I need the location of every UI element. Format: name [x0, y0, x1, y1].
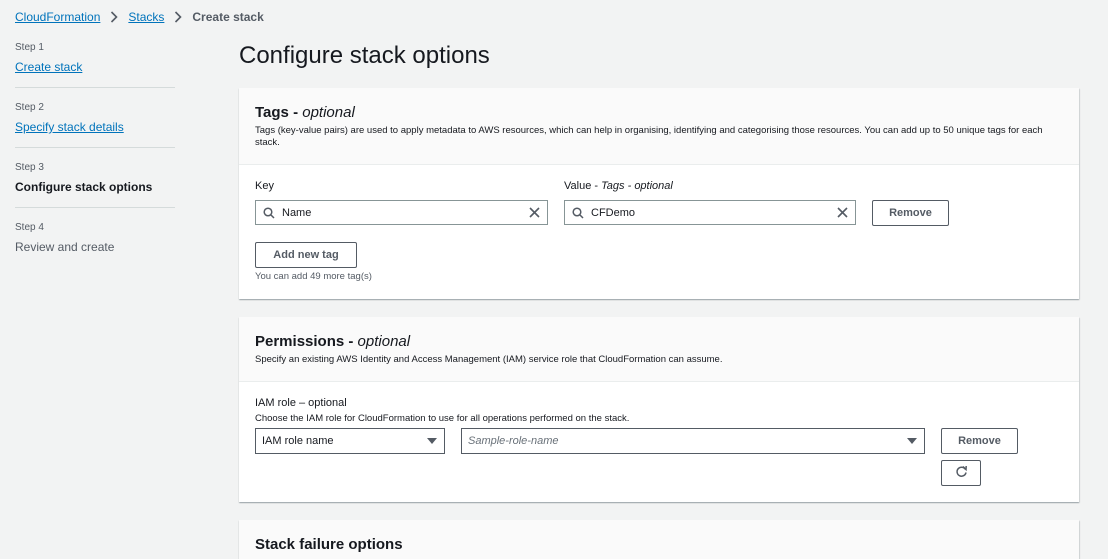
permissions-panel: Permissions - optional Specify an existi… [239, 317, 1079, 502]
tags-description: Tags (key-value pairs) are used to apply… [255, 125, 1043, 148]
step-link-create-stack[interactable]: Create stack [15, 60, 82, 74]
tags-panel: Tags - optional Tags (key-value pairs) a… [239, 88, 1079, 299]
step-3: Step 3 Configure stack options [15, 161, 175, 195]
value-label: Value - Tags - optional [564, 180, 673, 192]
divider [15, 147, 175, 148]
step-4: Step 4 Review and create [15, 221, 175, 255]
search-icon [256, 206, 282, 219]
clear-icon[interactable] [521, 207, 547, 218]
step-1: Step 1 Create stack [15, 41, 175, 75]
breadcrumb-current: Create stack [192, 10, 264, 24]
caret-down-icon [420, 437, 444, 445]
tag-value-input[interactable]: CFDemo [564, 200, 856, 225]
permissions-panel-header: Permissions - optional Specify an existi… [239, 317, 1079, 382]
page-title: Configure stack options [239, 42, 490, 69]
iam-role-placeholder: Sample-role-name [468, 435, 559, 447]
step-number: Step 1 [15, 42, 44, 53]
divider [15, 207, 175, 208]
step-number: Step 3 [15, 162, 44, 173]
stack-failure-title: Stack failure options [255, 536, 403, 553]
iam-role-label: IAM role – optional [255, 397, 347, 409]
breadcrumb: CloudFormation Stacks Create stack [15, 10, 264, 24]
step-number: Step 2 [15, 102, 44, 113]
iam-role-hint: Choose the IAM role for CloudFormation t… [255, 413, 630, 424]
search-icon [565, 206, 591, 219]
iam-role-select[interactable]: Sample-role-name [461, 428, 925, 454]
iam-type-select[interactable]: IAM role name [255, 428, 445, 454]
chevron-right-icon [174, 10, 183, 24]
wizard-steps: Step 1 Create stack Step 2 Specify stack… [15, 41, 175, 255]
tags-remaining-hint: You can add 49 more tag(s) [255, 271, 372, 282]
step-number: Step 4 [15, 222, 44, 233]
divider [15, 87, 175, 88]
step-link-specify-details[interactable]: Specify stack details [15, 120, 124, 134]
permissions-title: Permissions - optional [255, 333, 411, 350]
key-label: Key [255, 180, 274, 192]
tags-title: Tags - optional [255, 104, 355, 121]
add-new-tag-button[interactable]: Add new tag [255, 242, 357, 268]
tags-panel-header: Tags - optional Tags (key-value pairs) a… [239, 88, 1079, 165]
tag-key-input[interactable]: Name [255, 200, 548, 225]
remove-role-button[interactable]: Remove [941, 428, 1018, 454]
breadcrumb-stacks[interactable]: Stacks [128, 10, 164, 24]
iam-type-value: IAM role name [262, 435, 334, 447]
stack-failure-panel: Stack failure options [239, 520, 1079, 559]
stack-failure-panel-header: Stack failure options [239, 520, 1079, 559]
tag-key-value: Name [282, 206, 312, 219]
step-2: Step 2 Specify stack details [15, 101, 175, 135]
caret-down-icon [900, 437, 924, 445]
step-label-review: Review and create [15, 240, 115, 254]
refresh-button[interactable] [941, 460, 981, 486]
refresh-icon [955, 465, 968, 481]
step-label-current: Configure stack options [15, 180, 153, 194]
chevron-right-icon [110, 10, 119, 24]
remove-tag-button[interactable]: Remove [872, 200, 949, 226]
clear-icon[interactable] [829, 207, 855, 218]
permissions-description: Specify an existing AWS Identity and Acc… [255, 354, 723, 365]
tag-value-value: CFDemo [591, 206, 636, 219]
breadcrumb-cloudformation[interactable]: CloudFormation [15, 10, 100, 24]
